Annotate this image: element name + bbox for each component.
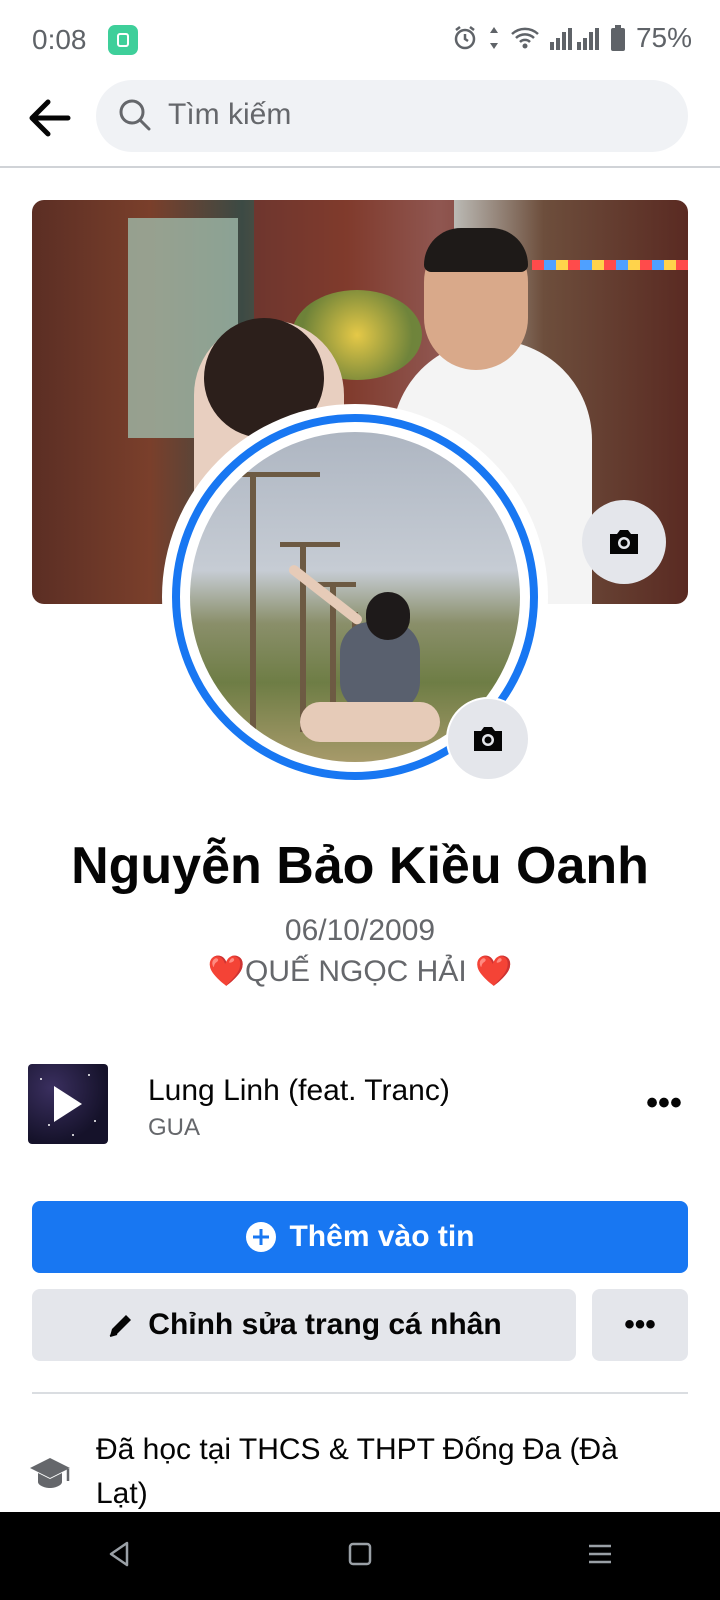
add-to-story-button[interactable]: Thêm vào tin	[32, 1201, 688, 1273]
add-to-story-label: Thêm vào tin	[289, 1220, 475, 1253]
edit-cover-photo-button[interactable]	[582, 500, 666, 584]
search-input[interactable]: Tìm kiếm	[96, 80, 688, 152]
camera-icon	[474, 727, 502, 751]
play-icon[interactable]	[54, 1086, 82, 1122]
app-notification-icon	[108, 25, 138, 55]
divider	[32, 1392, 688, 1394]
wifi-icon	[510, 26, 540, 50]
alarm-icon	[452, 25, 478, 51]
back-button[interactable]	[24, 92, 76, 144]
profile-bio: ❤️QUẾ NGỌC HẢI ❤️	[207, 955, 513, 988]
edit-profile-label: Chỉnh sửa trang cá nhân	[148, 1308, 502, 1341]
status-icons: 75%	[452, 22, 692, 54]
about-education: Đã học tại THCS & THPT Đống Đa (Đà Lạt)	[28, 1428, 692, 1512]
nav-back-icon[interactable]	[105, 1539, 135, 1574]
graduation-cap-icon	[30, 1458, 70, 1488]
system-navigation-bar	[0, 1512, 720, 1600]
music-album-art[interactable]	[28, 1064, 108, 1144]
edit-profile-button[interactable]: Chỉnh sửa trang cá nhân	[32, 1289, 576, 1361]
data-arrows-icon	[488, 25, 500, 51]
search-placeholder: Tìm kiếm	[168, 98, 292, 131]
music-more-button[interactable]: •••	[644, 1084, 684, 1122]
nav-home-icon[interactable]	[345, 1539, 375, 1574]
battery-icon	[610, 25, 626, 51]
edit-profile-picture-button[interactable]	[446, 697, 530, 781]
back-arrow-icon	[29, 99, 71, 137]
status-bar: 0:08 75%	[0, 0, 720, 80]
education-text: Đã học tại THCS & THPT Đống Đa (Đà Lạt)	[96, 1433, 618, 1510]
signal-icon	[549, 26, 600, 50]
pencil-icon	[110, 1315, 132, 1337]
music-artist: GUA	[148, 1114, 201, 1141]
profile-name: Nguyễn Bảo Kiều Oanh	[71, 837, 649, 895]
status-time: 0:08	[32, 24, 87, 55]
music-title: Lung Linh (feat. Tranc)	[148, 1074, 450, 1107]
more-options-button[interactable]: •••	[592, 1289, 688, 1361]
nav-menu-icon[interactable]	[585, 1539, 615, 1574]
search-icon	[119, 99, 151, 131]
plus-circle-icon	[246, 1222, 277, 1252]
camera-icon	[610, 530, 638, 554]
profile-birthdate: 06/10/2009	[284, 914, 436, 947]
profile-music[interactable]: Lung Linh (feat. Tranc) GUA •••	[28, 1064, 692, 1146]
top-bar: Tìm kiếm	[0, 80, 720, 168]
battery-percent: 75%	[635, 22, 692, 53]
